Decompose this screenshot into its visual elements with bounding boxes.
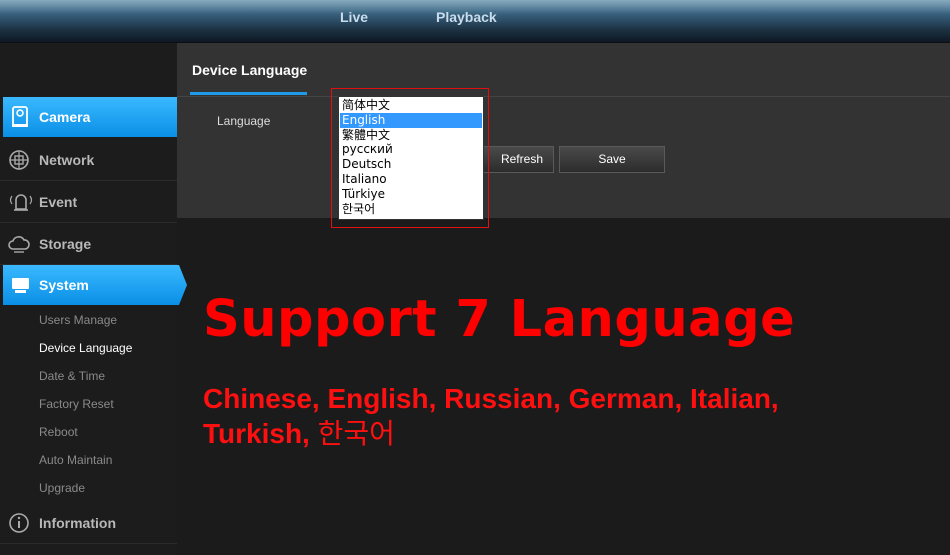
language-label: Language <box>217 114 271 128</box>
sidebar-item-event[interactable]: Event <box>0 181 177 223</box>
save-button[interactable]: Save <box>559 146 665 173</box>
promo-headline: Support 7 Language <box>203 290 796 349</box>
event-bell-icon <box>7 190 33 214</box>
subitem-auto-maintain[interactable]: Auto Maintain <box>39 453 112 467</box>
sidebar-item-camera[interactable]: Camera <box>3 97 187 137</box>
subitem-date-time[interactable]: Date & Time <box>39 369 105 383</box>
promo-korean-text: 한국어 <box>317 417 395 450</box>
top-navigation-bar: Live Playback <box>0 0 950 43</box>
sidebar-item-label: Camera <box>39 109 91 125</box>
language-option[interactable]: 繁體中文 <box>340 128 482 143</box>
monitor-icon <box>9 273 33 297</box>
language-option[interactable]: 한국어 <box>340 202 482 217</box>
language-option-selected[interactable]: English <box>340 112 482 128</box>
subitem-factory-reset[interactable]: Factory Reset <box>39 397 114 411</box>
language-dropdown-list[interactable]: 简体中文 English 繁體中文 русский Deutsch Italia… <box>338 96 484 220</box>
title-underline <box>190 92 307 95</box>
promo-line-2-text: Turkish, <box>203 418 310 449</box>
info-icon <box>7 511 31 535</box>
language-option[interactable]: 简体中文 <box>340 98 482 113</box>
sidebar-item-label: System <box>39 277 89 293</box>
language-option[interactable]: Deutsch <box>340 157 482 172</box>
device-language-panel: Device Language Language Refresh Save <box>177 43 950 218</box>
sidebar: Camera Network Event Storage System User… <box>0 43 187 555</box>
subitem-reboot[interactable]: Reboot <box>39 425 78 439</box>
sidebar-item-label: Event <box>39 194 78 210</box>
promo-language-list: Chinese, English, Russian, German, Itali… <box>203 381 923 451</box>
promo-line-1: Chinese, English, Russian, German, Itali… <box>203 383 779 414</box>
camera-icon <box>9 105 33 129</box>
promo-line-2: Turkish, 한국어 <box>203 416 923 451</box>
sidebar-item-label: Information <box>39 515 116 531</box>
network-icon <box>7 148 31 172</box>
sidebar-item-network[interactable]: Network <box>0 139 177 181</box>
tab-live[interactable]: Live <box>340 9 368 25</box>
divider <box>177 96 950 97</box>
sidebar-item-label: Network <box>39 152 95 168</box>
sidebar-item-label: Storage <box>39 236 92 252</box>
tab-playback[interactable]: Playback <box>436 9 497 25</box>
language-option[interactable]: Italiano <box>340 172 482 187</box>
language-option[interactable]: Türkiye <box>340 187 482 202</box>
subitem-device-language[interactable]: Device Language <box>39 341 132 355</box>
subitem-upgrade[interactable]: Upgrade <box>39 481 85 495</box>
sidebar-item-storage[interactable]: Storage <box>0 223 177 265</box>
sidebar-item-information[interactable]: Information <box>0 502 177 544</box>
page-title: Device Language <box>192 62 308 78</box>
sidebar-item-system[interactable]: System <box>3 265 187 305</box>
cloud-storage-icon <box>7 232 31 256</box>
subitem-users-manage[interactable]: Users Manage <box>39 313 117 327</box>
language-option[interactable]: русский <box>340 142 482 157</box>
